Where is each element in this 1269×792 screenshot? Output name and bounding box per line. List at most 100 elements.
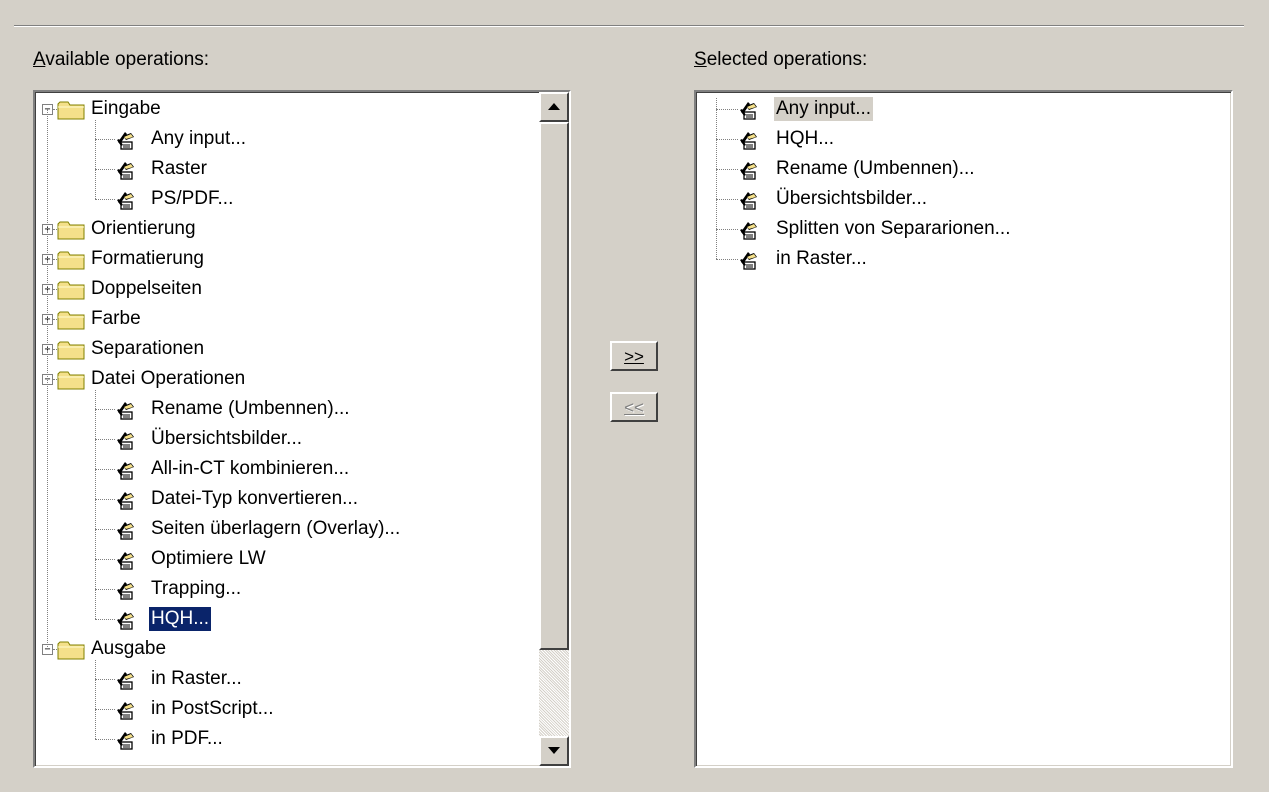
operation-icon [115,398,137,420]
tree-operation-node[interactable]: Rename (Umbennen)... [35,394,525,424]
tree-connector [47,109,48,649]
tree-operation-node[interactable]: Raster [35,154,525,184]
tree-folder-node[interactable]: + Doppelseiten [35,274,525,304]
available-operations-tree[interactable]: − Eingabe Any input... Raster PS/PDF... + Orie… [33,90,571,768]
tree-node-label: Trapping... [151,578,242,599]
tree-connector [95,499,115,500]
tree-connector [95,619,115,620]
group-divider [14,25,1244,27]
selected-operation-item[interactable]: Splitten von Separarionen... [696,214,1196,244]
operation-icon [115,158,137,180]
tree-connector [95,739,115,740]
tree-operation-node[interactable]: Seiten überlagern (Overlay)... [35,514,525,544]
tree-connector [716,259,738,260]
tree-connector [95,120,96,199]
tree-node-label: Eingabe [91,98,161,119]
tree-node-label: All-in-CT kombinieren... [151,458,350,479]
scroll-down-button[interactable] [539,736,569,766]
tree-operation-node[interactable]: in PostScript... [35,694,525,724]
tree-connector [716,199,738,200]
operation-icon [115,668,137,690]
tree-operation-node[interactable]: Datei-Typ konvertieren... [35,484,525,514]
tree-node-label: Übersichtsbilder... [151,428,303,449]
selected-operation-label: in Raster... [776,248,867,269]
operation-icon [115,128,137,150]
tree-connector [95,529,115,530]
tree-operation-node[interactable]: All-in-CT kombinieren... [35,454,525,484]
arrow-up-icon [548,103,560,110]
folder-icon [57,100,87,120]
selected-operations-list[interactable]: Any input... HQH... Rename (Umbennen)... Üb… [694,90,1233,768]
available-tree-content: − Eingabe Any input... Raster PS/PDF... + Orie… [35,92,569,766]
tree-folder-node[interactable]: + Farbe [35,304,525,334]
operation-icon [115,698,137,720]
tree-node-label: Formatierung [91,248,204,269]
tree-node-label: Farbe [91,308,141,329]
scroll-thumb[interactable] [539,122,569,650]
tree-folder-node[interactable]: − Eingabe [35,94,525,124]
operation-icon [115,578,137,600]
selected-operation-item[interactable]: Rename (Umbennen)... [696,154,1196,184]
remove-operation-button[interactable]: << [610,392,658,422]
tree-connector [95,679,115,680]
tree-node-label: HQH... [147,606,213,632]
tree-operation-node[interactable]: PS/PDF... [35,184,525,214]
tree-node-label: Datei-Typ konvertieren... [151,488,358,509]
tree-connector [716,98,717,259]
selected-operation-item[interactable]: Any input... [696,94,1196,124]
tree-node-label: in PDF... [151,728,223,749]
selected-operation-item[interactable]: Übersichtsbilder... [696,184,1196,214]
tree-connector [95,660,96,739]
folder-icon [57,370,87,390]
selected-operation-item[interactable]: HQH... [696,124,1196,154]
tree-connector [716,139,738,140]
selected-operation-item[interactable]: in Raster... [696,244,1196,274]
tree-connector [95,199,115,200]
tree-operation-node[interactable]: in PDF... [35,724,525,754]
selected-operation-label: HQH... [776,128,835,149]
tree-connector [95,390,96,619]
selected-operation-label: Any input... [774,97,874,121]
operation-icon [115,608,137,630]
tree-node-label: Ausgabe [91,638,167,659]
operation-icon [115,548,137,570]
tree-connector [95,559,115,560]
tree-connector [716,109,738,110]
tree-operation-node[interactable]: Übersichtsbilder... [35,424,525,454]
add-operation-button[interactable]: >> [610,341,658,371]
tree-folder-node[interactable]: + Separationen [35,334,525,364]
operation-icon [115,728,137,750]
tree-connector [95,709,115,710]
tree-operation-node[interactable]: in Raster... [35,664,525,694]
folder-icon [57,640,87,660]
tree-node-label: PS/PDF... [151,188,234,209]
arrow-down-icon [548,747,560,754]
tree-node-label: Seiten überlagern (Overlay)... [151,518,401,539]
operation-icon [115,488,137,510]
folder-icon [57,280,87,300]
tree-operation-node[interactable]: Trapping... [35,574,525,604]
selected-operations-label: Selected operations: [694,49,868,70]
tree-folder-node[interactable]: + Orientierung [35,214,525,244]
tree-node-label: Raster [151,158,207,179]
operation-icon [115,428,137,450]
tree-folder-node[interactable]: + Formatierung [35,244,525,274]
tree-operation-node[interactable]: Optimiere LW [35,544,525,574]
tree-folder-node[interactable]: − Ausgabe [35,634,525,664]
operation-icon [738,248,760,270]
tree-node-label: Rename (Umbennen)... [151,398,350,419]
tree-connector [95,409,115,410]
selected-operation-label: Rename (Umbennen)... [776,158,975,179]
operation-icon [115,188,137,210]
operation-icon [738,188,760,210]
tree-node-label: Separationen [91,338,205,359]
tree-node-label: Datei Operationen [91,368,246,389]
vertical-scrollbar[interactable] [539,92,569,766]
tree-operation-node[interactable]: Any input... [35,124,525,154]
tree-operation-node[interactable]: HQH... [35,604,525,634]
tree-node-label: in Raster... [151,668,242,689]
tree-folder-node[interactable]: − Datei Operationen [35,364,525,394]
tree-node-label: Any input... [151,128,247,149]
tree-node-label: Orientierung [91,218,196,239]
scroll-up-button[interactable] [539,92,569,122]
